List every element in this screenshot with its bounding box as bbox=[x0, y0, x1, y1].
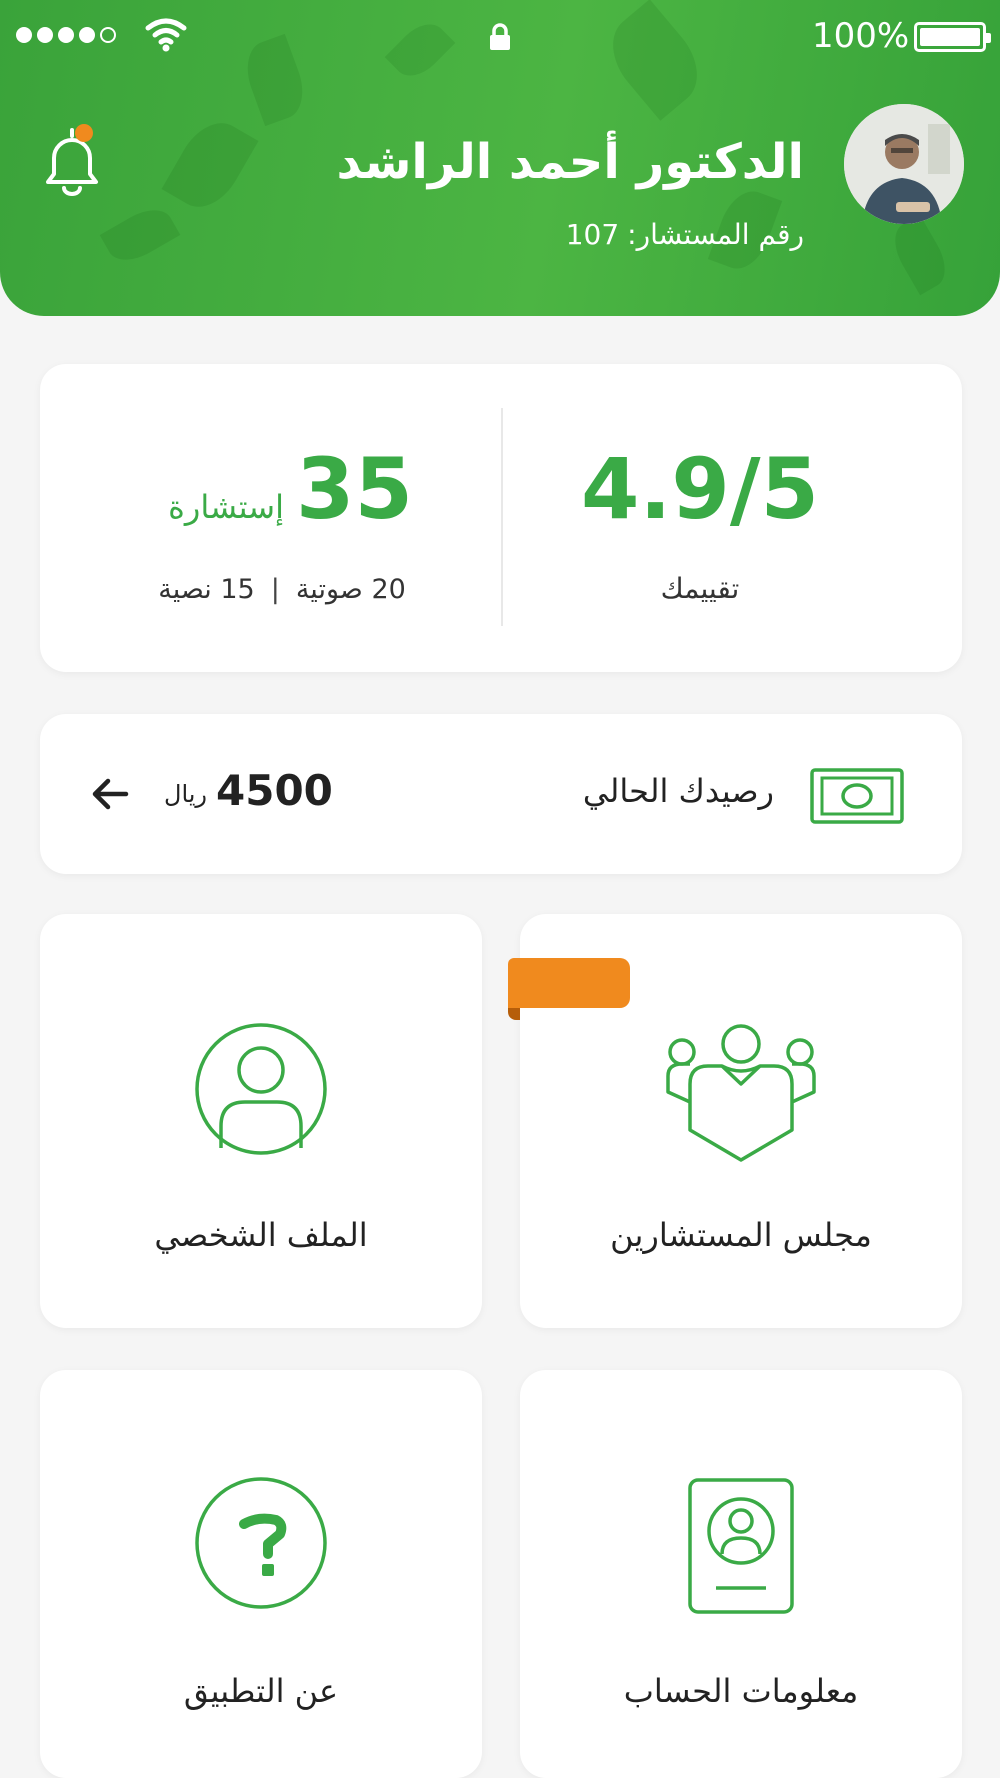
stats-divider bbox=[501, 408, 503, 626]
balance-amount: 4500 bbox=[216, 766, 333, 815]
breakdown-separator: | bbox=[270, 574, 280, 605]
consultant-number-value: 107 bbox=[565, 218, 620, 251]
voice-consultations: 20 صوتية bbox=[295, 574, 406, 605]
arrow-left-icon[interactable] bbox=[90, 776, 130, 812]
account-info-tile[interactable]: معلومات الحساب bbox=[520, 1370, 962, 1778]
text-consultations: 15 نصية bbox=[158, 574, 255, 605]
doctor-name: الدكتور أحمد الراشد bbox=[336, 134, 804, 190]
consultation-count: 35 bbox=[296, 440, 413, 538]
consultant-number: رقم المستشار: 107 bbox=[566, 218, 804, 251]
status-bar: 100% bbox=[0, 0, 1000, 72]
id-card-icon bbox=[688, 1478, 794, 1614]
wifi-icon bbox=[145, 18, 187, 52]
consultation-breakdown: 20 صوتية | 15 نصية bbox=[132, 574, 432, 605]
signal-strength-icon bbox=[16, 27, 116, 43]
about-app-tile[interactable]: عن التطبيق bbox=[40, 1370, 482, 1778]
consultant-number-label: رقم المستشار: bbox=[627, 218, 804, 251]
question-mark-icon bbox=[195, 1477, 327, 1609]
avatar[interactable] bbox=[844, 104, 964, 224]
profile-header: 100% الدكتور أحمد الراشد رقم المستشار: 1… bbox=[0, 0, 1000, 316]
about-app-label: عن التطبيق bbox=[183, 1672, 339, 1710]
account-info-label: معلومات الحساب bbox=[623, 1672, 859, 1710]
advisors-council-label: مجلس المستشارين bbox=[610, 1216, 872, 1254]
battery-icon bbox=[914, 22, 991, 52]
money-icon bbox=[810, 768, 904, 824]
notification-badge bbox=[75, 124, 93, 142]
rating-value: 4.9/5 bbox=[581, 440, 819, 538]
group-icon bbox=[666, 1024, 816, 1162]
lock-icon bbox=[490, 23, 510, 50]
battery-percentage: 100% bbox=[812, 16, 910, 56]
notification-bell-icon[interactable] bbox=[40, 124, 104, 196]
consultation-label: إستشارة bbox=[168, 488, 284, 526]
balance-label: رصيدك الحالي bbox=[582, 772, 774, 810]
user-icon bbox=[195, 1023, 327, 1155]
new-badge-ribbon bbox=[508, 958, 630, 1020]
profile-tile[interactable]: الملف الشخصي bbox=[40, 914, 482, 1328]
profile-label: الملف الشخصي bbox=[154, 1216, 368, 1254]
balance-currency: ريال bbox=[164, 780, 208, 808]
rating-label: تقييمك bbox=[660, 572, 740, 605]
